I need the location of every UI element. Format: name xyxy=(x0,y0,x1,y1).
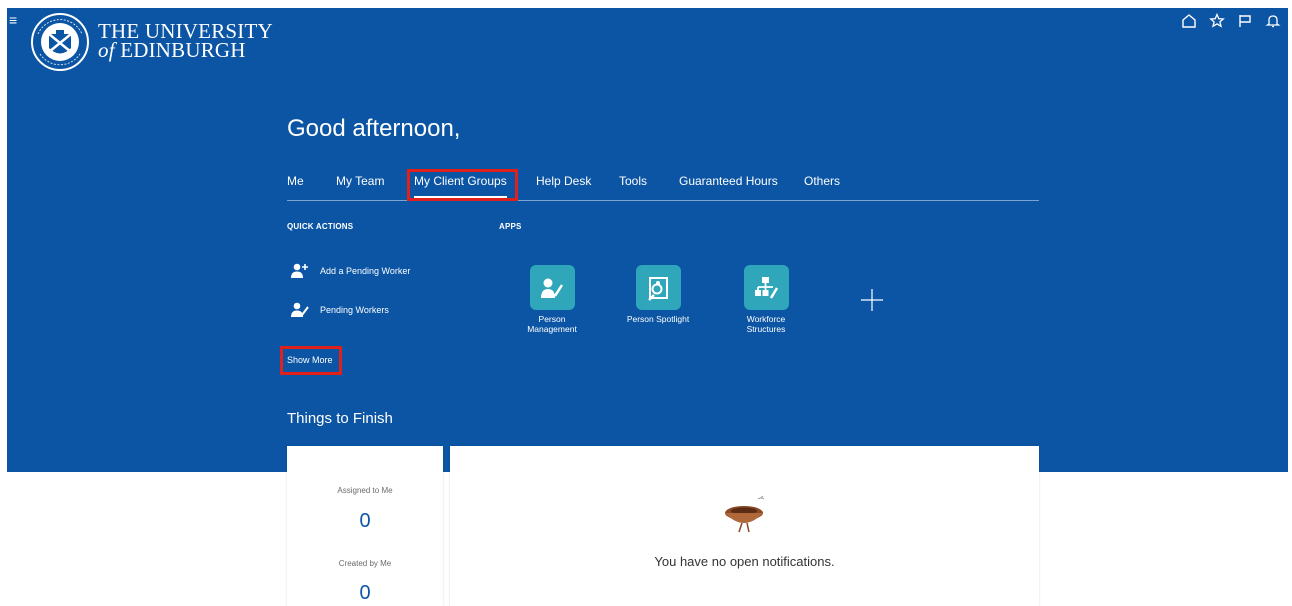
assigned-to-me-label: Assigned to Me xyxy=(337,486,393,495)
navigator-tabs: Me My Team My Client Groups Help Desk To… xyxy=(287,172,1039,201)
person-spotlight-tile xyxy=(635,265,681,310)
app-label-line2: Management xyxy=(527,324,577,334)
app-label-line1: Person Spotlight xyxy=(626,314,690,324)
add-pending-worker-icon xyxy=(291,263,308,278)
tab-tools[interactable]: Tools xyxy=(619,174,647,188)
header-band xyxy=(7,8,1288,472)
things-to-finish-title: Things to Finish xyxy=(287,410,393,427)
notifications-icon[interactable] xyxy=(1264,12,1282,30)
favorites-icon[interactable] xyxy=(1208,12,1226,30)
person-spotlight-icon xyxy=(648,276,668,301)
pending-workers-icon xyxy=(291,302,309,317)
assigned-to-me-count[interactable]: 0 xyxy=(287,510,443,533)
home-icon[interactable] xyxy=(1180,12,1198,30)
university-name-main: EDINBURGH xyxy=(120,38,246,62)
global-header-icons xyxy=(1180,12,1282,30)
add-app-plus-icon[interactable] xyxy=(860,288,884,312)
app-person-spotlight[interactable]: Person Spotlight xyxy=(618,265,698,324)
app-label-line1: Workforce xyxy=(746,314,786,324)
things-to-finish-summary-card[interactable]: Assigned to Me 0 Created by Me 0 xyxy=(287,446,443,606)
notifications-card: You have no open notifications. xyxy=(450,446,1039,606)
app-label-line1: Person xyxy=(538,314,566,324)
tab-highlight-box xyxy=(407,169,518,201)
flag-icon[interactable] xyxy=(1236,12,1254,30)
quick-action-pending-workers[interactable]: Pending Workers xyxy=(290,301,389,319)
tab-me[interactable]: Me xyxy=(287,174,304,188)
person-management-tile xyxy=(529,265,575,310)
app-person-management[interactable]: Person Management xyxy=(512,265,592,334)
tab-help-desk[interactable]: Help Desk xyxy=(536,174,591,188)
hamburger-menu-icon[interactable]: ≡ xyxy=(9,13,20,27)
university-name-line2: of EDINBURGH xyxy=(98,38,273,62)
tab-my-team[interactable]: My Team xyxy=(336,174,384,188)
quick-action-add-pending-worker[interactable]: Add a Pending Worker xyxy=(290,262,410,280)
no-notifications-message: You have no open notifications. xyxy=(654,554,835,569)
workforce-structures-tile xyxy=(743,265,789,310)
university-crest-logo[interactable] xyxy=(30,12,90,72)
university-name: THE UNIVERSITY of EDINBURGH xyxy=(98,21,273,62)
empty-nest-icon xyxy=(725,495,765,533)
greeting-title: Good afternoon, xyxy=(287,115,461,142)
quick-action-label: Pending Workers xyxy=(320,305,389,315)
show-more-highlight-box xyxy=(280,346,342,375)
person-management-icon xyxy=(541,278,564,298)
tab-others[interactable]: Others xyxy=(804,174,840,188)
workforce-structures-icon xyxy=(755,276,779,299)
quick-action-label: Add a Pending Worker xyxy=(320,266,411,276)
university-name-prefix: of xyxy=(98,38,115,62)
tab-guaranteed-hours[interactable]: Guaranteed Hours xyxy=(679,174,778,188)
quick-actions-heading: QUICK ACTIONS xyxy=(287,222,354,231)
app-workforce-structures[interactable]: Workforce Structures xyxy=(726,265,806,334)
created-by-me-label: Created by Me xyxy=(338,559,392,568)
apps-heading: APPS xyxy=(499,222,522,231)
app-label-line2: Structures xyxy=(746,324,786,334)
